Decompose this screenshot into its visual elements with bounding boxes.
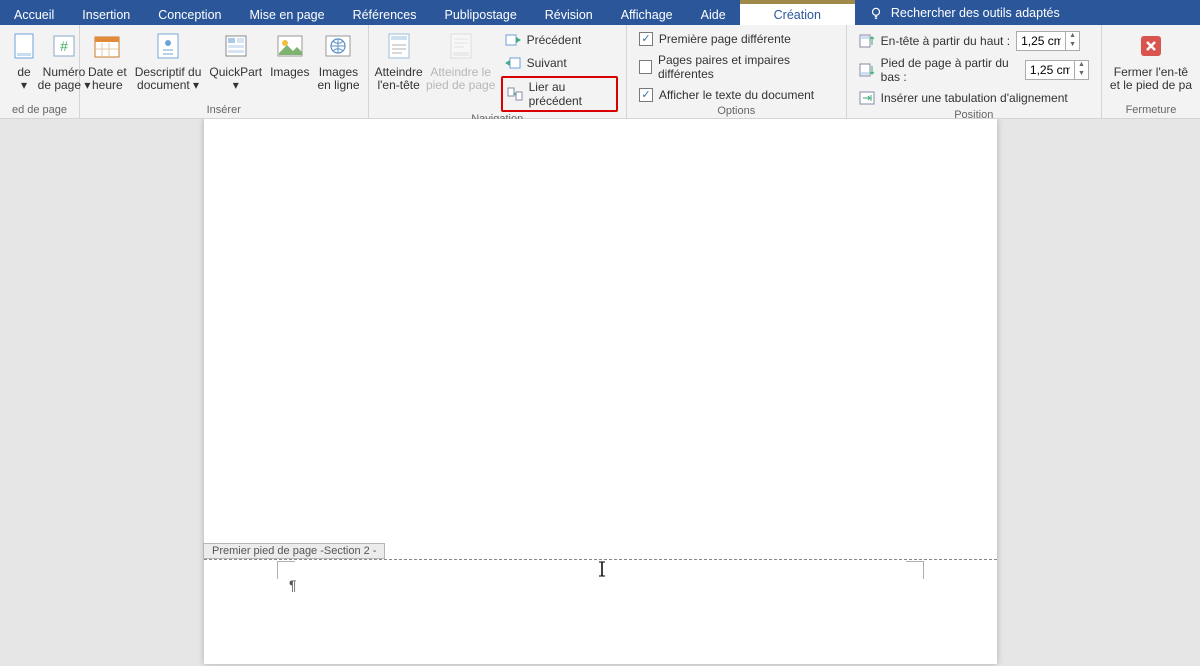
tab-mise-en-page[interactable]: Mise en page [236,0,339,25]
different-first-page-checkbox[interactable]: Première page différente [635,30,838,48]
previous-icon [505,32,521,48]
footer-from-bottom-label: Pied de page à partir du bas : [881,56,1019,84]
link-previous-icon [507,86,523,102]
group-position: En-tête à partir du haut : ▲▼ Pied de pa… [847,25,1102,118]
footer-separator [204,559,997,560]
image-icon [274,30,306,62]
tab-context-group: Création [740,0,855,25]
next-label: Suivant [527,56,567,70]
close-header-footer-button[interactable]: Fermer l'en-tê et le pied de pa [1106,27,1196,92]
tab-references[interactable]: Références [339,0,431,25]
footer-from-bottom-field: Pied de page à partir du bas : ▲▼ [855,55,1093,85]
tell-me-label: Rechercher des outils adaptés [891,6,1060,20]
different-odd-even-label: Pages paires et impaires différentes [658,53,834,81]
tab-icon [859,90,875,106]
goto-footer-label: Atteindre le pied de page [426,66,495,92]
previous-section-button[interactable]: Précédent [501,30,618,50]
quickparts-button[interactable]: QuickPart ▾ [205,27,266,92]
insert-alignment-tab-button[interactable]: Insérer une tabulation d'alignement [855,88,1093,108]
group-label-entete: ed de page [0,103,79,118]
lightbulb-icon [869,6,883,20]
tab-conception[interactable]: Conception [144,0,235,25]
different-odd-even-checkbox[interactable]: Pages paires et impaires différentes [635,51,838,83]
goto-header-icon [383,30,415,62]
goto-footer-button: Atteindre le pied de page [425,27,497,92]
page-number-button[interactable]: # Numéro de page ▾ [44,27,84,92]
document-info-button[interactable]: Descriptif du document ▾ [131,27,206,92]
tab-publipostage[interactable]: Publipostage [431,0,531,25]
group-label-close: Fermeture [1102,103,1200,118]
images-button[interactable]: Images [266,27,313,79]
header-from-top-label: En-tête à partir du haut : [881,34,1010,48]
header-from-top-input[interactable] [1017,32,1065,50]
page[interactable]: Premier pied de page -Section 2 - ¶ [204,119,997,664]
spinner-arrows[interactable]: ▲▼ [1065,32,1079,50]
close-label-2: et le pied de pa [1110,79,1192,92]
page-icon [8,30,40,62]
tab-insertion[interactable]: Insertion [68,0,144,25]
document-info-icon [152,30,184,62]
ribbon: de ▾ # Numéro de page ▾ ed de page Date … [0,25,1200,119]
checkbox-checked-icon [639,88,653,102]
quickparts-label: QuickPart ▾ [209,66,262,92]
group-insert: Date et heure Descriptif du document ▾ Q… [80,25,369,118]
ribbon-tabs: Accueil Insertion Conception Mise en pag… [0,0,1200,25]
spinner-arrows[interactable]: ▲▼ [1074,61,1088,79]
checkbox-checked-icon [639,32,653,46]
link-previous-label: Lier au précédent [529,80,612,108]
footer-bottom-icon [859,62,875,78]
header-from-top-field: En-tête à partir du haut : ▲▼ [855,30,1093,52]
footer-corner-right [906,561,924,579]
document-info-label: Descriptif du document ▾ [135,66,202,92]
tell-me-search[interactable]: Rechercher des outils adaptés [855,0,1074,25]
images-label: Images [270,66,309,79]
group-navigation: Atteindre l'en-tête Atteindre le pied de… [369,25,627,118]
group-header-footer: de ▾ # Numéro de page ▾ ed de page [0,25,80,118]
tab-aide[interactable]: Aide [687,0,740,25]
tab-revision[interactable]: Révision [531,0,607,25]
close-icon [1135,30,1167,62]
online-images-label: Images en ligne [317,66,359,92]
link-to-previous-button[interactable]: Lier au précédent [501,76,618,112]
show-document-text-checkbox[interactable]: Afficher le texte du document [635,86,838,104]
next-icon [505,55,521,71]
calendar-icon [91,30,123,62]
quickparts-icon [220,30,252,62]
group-options: Première page différente Pages paires et… [627,25,847,118]
text-cursor [598,561,606,577]
checkbox-unchecked-icon [639,60,652,74]
previous-label: Précédent [527,33,582,47]
footer-from-bottom-spinner[interactable]: ▲▼ [1025,60,1089,80]
different-first-page-label: Première page différente [659,32,791,46]
online-image-icon [322,30,354,62]
footer-section-tag: Premier pied de page -Section 2 - [203,543,385,559]
goto-header-button[interactable]: Atteindre l'en-tête [373,27,425,92]
tab-affichage[interactable]: Affichage [607,0,687,25]
date-time-label: Date et heure [88,66,127,92]
options-stack: Première page différente Pages paires et… [631,27,842,104]
header-top-icon [859,33,875,49]
navigation-stack: Précédent Suivant Lier au précédent [497,27,622,112]
svg-text:#: # [60,38,68,54]
group-label-options: Options [627,104,846,119]
paragraph-mark: ¶ [289,577,297,593]
insert-alignment-tab-label: Insérer une tabulation d'alignement [881,91,1068,105]
document-area[interactable]: Premier pied de page -Section 2 - ¶ [0,119,1200,666]
group-label-insert: Insérer [80,103,368,118]
hash-icon: # [48,30,80,62]
goto-footer-icon [445,30,477,62]
btn-de-label: de ▾ [17,66,30,92]
next-section-button[interactable]: Suivant [501,53,618,73]
online-images-button[interactable]: Images en ligne [313,27,363,92]
date-time-button[interactable]: Date et heure [84,27,131,92]
footer-from-bottom-input[interactable] [1026,61,1074,79]
group-close: Fermer l'en-tê et le pied de pa Fermetur… [1102,25,1200,118]
show-document-text-label: Afficher le texte du document [659,88,814,102]
position-stack: En-tête à partir du haut : ▲▼ Pied de pa… [851,27,1097,108]
tab-creation[interactable]: Création [740,0,855,25]
header-from-top-spinner[interactable]: ▲▼ [1016,31,1080,51]
tab-accueil[interactable]: Accueil [0,0,68,25]
goto-header-label: Atteindre l'en-tête [375,66,423,92]
